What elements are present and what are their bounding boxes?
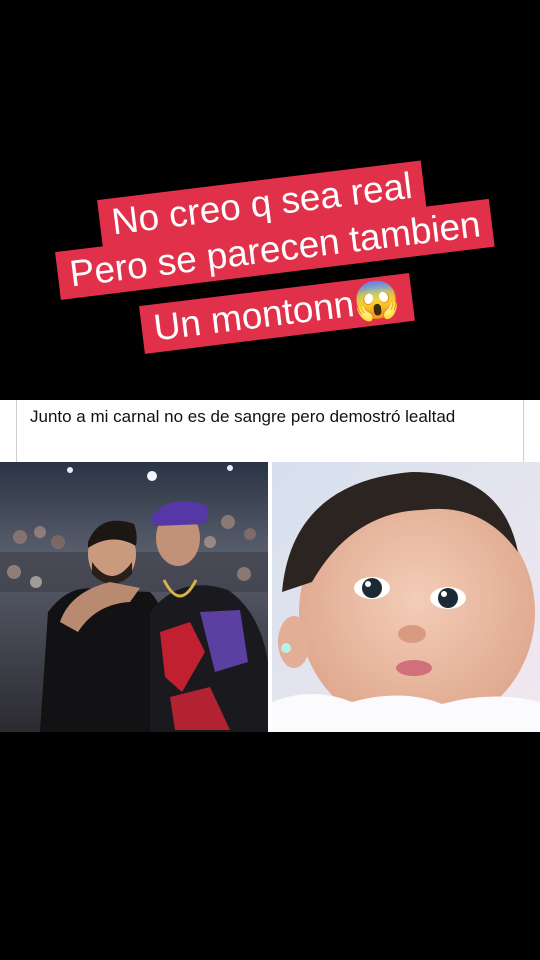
photo-two-men (0, 462, 268, 732)
photo-grid (0, 462, 540, 732)
post-left-border (16, 400, 17, 462)
video-caption: No creo q sea real Pero se parecen tambi… (0, 160, 540, 380)
post-card: Junto a mi carnal no es de sangre pero d… (0, 400, 540, 462)
caption-line-3: Un montonn😱 (139, 273, 415, 354)
photo-baby (272, 462, 540, 732)
post-text: Junto a mi carnal no es de sangre pero d… (30, 407, 456, 426)
post-right-border (523, 400, 524, 462)
